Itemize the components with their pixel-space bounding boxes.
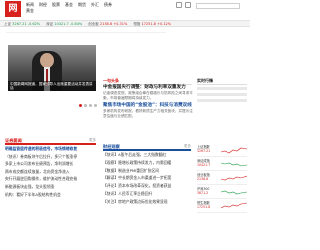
sparkline — [221, 202, 247, 209]
news-item[interactable]: 明确监管层传递的积极信号，市场情绪修复 — [5, 145, 96, 153]
user-icon[interactable] — [176, 2, 182, 8]
nav-item[interactable]: 期货 — [78, 2, 86, 7]
news-list: 【快讯】A股午后走强，三大指数翻红 【观察】稳增长政策持续发力，内需回暖 【数据… — [103, 151, 191, 206]
more-link[interactable]: 更多 — [184, 143, 191, 149]
placeholder-line — [197, 87, 247, 90]
news-item[interactable]: 【关注】房地产政策边际优化效果显现 — [103, 198, 191, 206]
top-nav: 新闻 财经 股票 基金 期货 外汇 债券 黄金 — [26, 2, 116, 13]
ticker-item[interactable]: 创业板 2138.8 +0.31% — [88, 21, 127, 26]
carousel-dot[interactable] — [89, 104, 92, 107]
headline-list: 中金报国央行调整：财政与利率双重发力 记者调查发现，政策组合拳在稳增长与防风险之… — [103, 85, 195, 121]
nav-item[interactable]: 基金 — [65, 2, 73, 7]
news-item[interactable]: 机构：看好下半年A股结构性机会 — [5, 191, 96, 199]
menu-icon[interactable] — [185, 2, 191, 8]
placeholder-line — [197, 93, 247, 96]
nav-item[interactable]: 外汇 — [91, 2, 99, 7]
index-card[interactable]: 创业板指 2138.8 — [197, 171, 247, 185]
hero-caption[interactable]: 中国新闻网报道，国家领导人出席重要活动并发表讲话 — [8, 81, 96, 91]
person-head — [40, 53, 54, 68]
section-header: 财经观察 更多 — [103, 143, 191, 151]
index-card[interactable]: 沪深300 3871.2 — [197, 185, 247, 199]
ticker-item[interactable]: 深证 10421.7 -0.84% — [46, 21, 82, 26]
news-item[interactable]: （快讯）券商板块午后拉升，多只个股涨停 — [5, 153, 96, 161]
headline-section-header: 一句头条 — [103, 77, 192, 85]
market-section-header: 实时行情 — [197, 77, 247, 85]
ticker-item[interactable]: 上证 3267.21 -0.62% — [4, 21, 40, 26]
finance-observation-section: 财经观察 更多 【快讯】A股午后走强，三大指数翻红 【观察】稳增长政策持续发力，… — [103, 143, 191, 206]
news-item[interactable]: 【评论】资本市场改革深化，投资者获益 — [103, 182, 191, 190]
securities-news-section: 证券要闻 更多 明确监管层传递的积极信号，市场情绪修复 （快讯）券商板块午后拉升… — [5, 137, 96, 198]
news-list: 明确监管层传递的积极信号，市场情绪修复 （快讯）券商板块午后拉升，多只个股涨停 … — [5, 145, 96, 198]
index-card[interactable]: 深证成指 10421.7 — [197, 157, 247, 171]
nav-item[interactable]: 股票 — [52, 2, 60, 7]
section-title: 财经观察 — [103, 144, 120, 149]
site-logo[interactable]: 网 — [5, 1, 21, 17]
news-item[interactable]: 央行开展逆回购操作，维护流动性合理充裕 — [5, 175, 96, 183]
carousel-dot[interactable] — [84, 104, 87, 107]
sparkline — [221, 162, 247, 167]
placeholder-line — [197, 99, 247, 102]
search-input[interactable] — [196, 3, 240, 9]
news-item[interactable]: 两市成交额连续放量，北向资金净流入 — [5, 168, 96, 176]
news-item[interactable]: 多家上市公司发布业绩预告，净利润增长 — [5, 160, 96, 168]
headline-section-title: 一句头条 — [103, 78, 119, 83]
nav-item[interactable]: 财经 — [39, 2, 47, 7]
index-card[interactable]: 上证指数 3267.21 — [197, 143, 247, 157]
nav-item[interactable]: 黄金 — [26, 8, 34, 13]
news-item[interactable]: 【快讯】A股午后走强，三大指数翻红 — [103, 151, 191, 159]
sparkline — [221, 147, 247, 154]
news-item[interactable]: 新能源板块走强，龙头股领涨 — [5, 183, 96, 191]
headline-summary: 记者调查发现，政策组合拳在稳增长与防风险之间寻求平衡，市场普遍预期将持续发力。 — [103, 91, 193, 100]
nav-item[interactable]: 新闻 — [26, 2, 34, 7]
section-title: 证券要闻 — [5, 138, 22, 143]
sparkline — [221, 175, 247, 181]
carousel-dots — [79, 104, 97, 107]
section-header: 证券要闻 更多 — [5, 137, 96, 145]
carousel-dot[interactable] — [94, 104, 97, 107]
sparkline — [221, 190, 247, 195]
index-cards: 上证指数 3267.21 深证成指 10421.7 创业板指 2138.8 沪深… — [197, 143, 247, 213]
ticker-item[interactable]: 恒指 17251.8 +0.12% — [133, 21, 171, 26]
nav-item[interactable]: 债券 — [104, 2, 112, 7]
hero-image[interactable]: 中国新闻网报道，国家领导人出席重要活动并发表讲话 — [8, 45, 96, 91]
index-card[interactable]: 恒生指数 17251.8 — [197, 199, 247, 213]
more-link[interactable]: 更多 — [89, 137, 96, 143]
news-item[interactable]: 【解读】中长期资金入市渠道进一步拓宽 — [103, 174, 191, 182]
news-item[interactable]: 【快讯】人民币汇率企稳回升 — [103, 190, 191, 198]
toolbar — [176, 2, 191, 8]
carousel-dot[interactable] — [79, 104, 82, 107]
news-item[interactable]: 【观察】稳增长政策持续发力，内需回暖 — [103, 159, 191, 167]
market-ticker: 上证 3267.21 -0.62% 深证 10421.7 -0.84% 创业板 … — [0, 20, 250, 27]
market-placeholder-lines — [197, 87, 247, 105]
news-item[interactable]: 【数据】制造业PMI重回扩张区间 — [103, 167, 191, 175]
divider — [6, 32, 166, 33]
headline-summary: 多家机构发布研报，看好新质生产力相关板块，并提示注意估值与业绩匹配。 — [103, 109, 193, 118]
